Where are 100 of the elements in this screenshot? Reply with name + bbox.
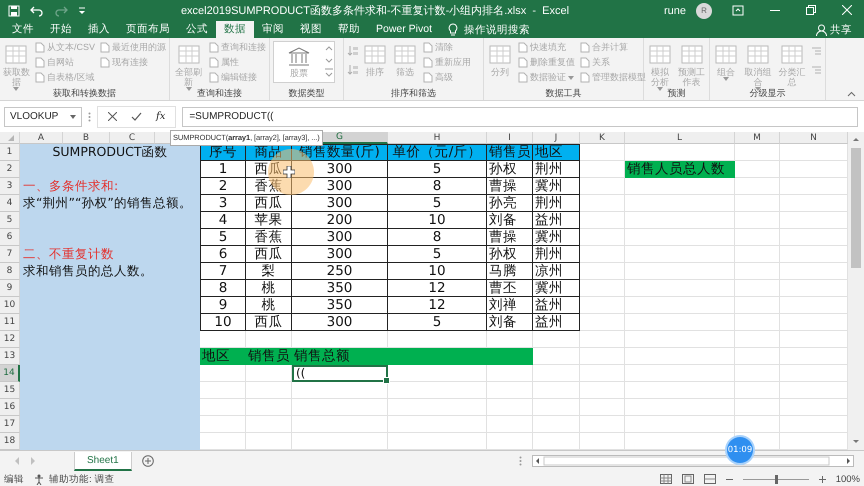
page-icon	[579, 72, 590, 83]
table-cell: 5	[388, 195, 487, 212]
row-heading[interactable]: 1	[0, 144, 20, 161]
normal-view-icon[interactable]	[660, 474, 672, 484]
row-heading[interactable]: 8	[0, 263, 20, 280]
table-cell: 荆州	[533, 195, 580, 212]
group-label: 分级显示	[748, 87, 786, 100]
column-heading[interactable]: K	[580, 132, 625, 144]
column-heading[interactable]: L	[625, 132, 735, 144]
row-heading[interactable]: 18	[0, 433, 20, 450]
ribbon-tab[interactable]: 插入	[80, 21, 118, 38]
row-heading[interactable]: 16	[0, 399, 20, 416]
ribbon-tab[interactable]: 视图	[292, 21, 330, 38]
table-cell: 冀州	[533, 178, 580, 195]
column-heading[interactable]: J	[533, 132, 580, 144]
row-heading[interactable]: 13	[0, 348, 20, 365]
accessibility-status[interactable]: 辅助功能: 调查	[49, 472, 114, 486]
table-cell: 冀州	[533, 229, 580, 246]
share-button[interactable]: 共享	[830, 22, 852, 36]
row-heading[interactable]: 17	[0, 416, 20, 433]
page-break-icon[interactable]	[704, 474, 716, 484]
caret-icon	[70, 114, 76, 118]
search-field[interactable]: 操作说明搜索	[464, 22, 530, 36]
ribbon-tab[interactable]: 数据	[216, 21, 254, 38]
customize-icon[interactable]	[78, 6, 86, 16]
column-heading[interactable]: H	[388, 132, 487, 144]
row-heading[interactable]: 10	[0, 297, 20, 314]
zoom-level[interactable]: 100%	[836, 474, 860, 484]
column-heading[interactable]: M	[735, 132, 780, 144]
ribbon-display-icon[interactable]	[732, 5, 744, 16]
lightbulb-icon[interactable]	[448, 23, 458, 36]
row-heading[interactable]: 4	[0, 195, 20, 212]
column-heading[interactable]: C	[110, 132, 155, 144]
table-cell: 6	[200, 246, 246, 263]
row-heading[interactable]: 14	[0, 365, 20, 382]
table-cell: 曹丕	[487, 280, 533, 297]
restore-icon[interactable]	[806, 5, 816, 15]
table-cell: 7	[200, 263, 246, 280]
row-heading[interactable]: 7	[0, 246, 20, 263]
active-cell[interactable]: ((	[292, 365, 388, 382]
row-heading[interactable]: 15	[0, 382, 20, 399]
row-heading[interactable]: 2	[0, 161, 20, 178]
page-icon	[208, 72, 219, 83]
ribbon-tab[interactable]: 公式	[178, 21, 216, 38]
undo-icon[interactable]	[30, 4, 44, 16]
ribbon-tab[interactable]: Power Pivot	[368, 21, 440, 38]
table-cell: 西瓜	[246, 314, 292, 331]
sheet-tab[interactable]: Sheet1	[74, 452, 132, 470]
panel-title: SUMPRODUCT函数	[51, 144, 169, 161]
page-icon	[579, 57, 590, 68]
column-heading[interactable]: N	[780, 132, 848, 144]
add-icon[interactable]	[142, 455, 154, 467]
save-icon[interactable]	[8, 4, 20, 16]
row-heading[interactable]: 5	[0, 212, 20, 229]
person-icon[interactable]	[816, 24, 827, 36]
page-layout-icon[interactable]	[682, 474, 694, 484]
page-icon	[99, 42, 110, 53]
table-cell: 香蕉	[246, 229, 292, 246]
table-cell: 1	[200, 161, 246, 178]
table-cell: 荆州	[533, 246, 580, 263]
close-icon[interactable]	[842, 5, 852, 15]
row-heading[interactable]: 9	[0, 280, 20, 297]
status-mode: 编辑	[4, 472, 24, 486]
ribbon-tab[interactable]: 开始	[42, 21, 80, 38]
page-icon	[34, 57, 45, 68]
zoom-in-icon[interactable]	[818, 476, 826, 482]
ribbon-tab[interactable]: 文件	[4, 21, 42, 38]
table-cell: 凉州	[533, 263, 580, 280]
column-heading[interactable]: I	[487, 132, 533, 144]
page-icon	[208, 57, 219, 68]
accessibility-icon[interactable]	[34, 474, 46, 484]
ribbon-tab[interactable]: 审阅	[254, 21, 292, 38]
avatar[interactable]: R	[696, 2, 712, 18]
header-cell: 地区	[533, 144, 580, 161]
ribbon-tab[interactable]: 页面布局	[118, 21, 178, 38]
cancel-icon[interactable]	[108, 112, 117, 121]
table-cell: 香蕉	[246, 178, 292, 195]
column-heading[interactable]: A	[20, 132, 63, 144]
table-cell: 西瓜	[246, 246, 292, 263]
horizontal-scrollbar[interactable]	[532, 455, 854, 467]
ribbon-tab[interactable]: 帮助	[330, 21, 368, 38]
formula-field[interactable]: =SUMPRODUCT((	[182, 106, 858, 126]
collapse-icon[interactable]	[847, 91, 856, 97]
header-cell-text: 销售员	[247, 348, 291, 365]
vertical-scrollbar[interactable]	[848, 132, 864, 450]
table-cell: 曹操	[487, 229, 533, 246]
name-box[interactable]: VLOOKUP	[4, 106, 82, 126]
column-heading[interactable]: B	[63, 132, 110, 144]
checkmark-icon[interactable]	[131, 112, 142, 121]
slider-thumb[interactable]	[774, 474, 778, 484]
note-text: 求和销售员的总人数。	[22, 263, 154, 280]
group-label: 获取和转换数据	[52, 87, 117, 100]
insert-function-button[interactable]: fx	[156, 111, 166, 122]
table-cell: 桃	[246, 297, 292, 314]
row-heading[interactable]: 3	[0, 178, 20, 195]
row-heading[interactable]: 6	[0, 229, 20, 246]
row-heading[interactable]: 11	[0, 314, 20, 331]
row-heading[interactable]: 12	[0, 331, 20, 348]
header-cell: 单价（元/斤）	[388, 144, 487, 161]
page-icon	[517, 42, 528, 53]
